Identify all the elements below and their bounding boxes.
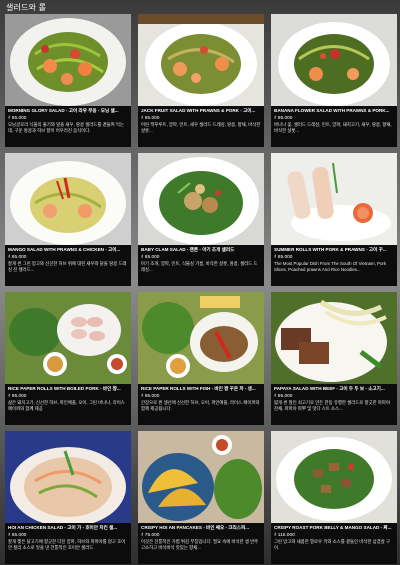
food-photo	[271, 292, 397, 384]
item-description: 삶은 돼지고기, 신선한 허브, 파인애플, 오이, 그린 바나나, 라이스 페…	[8, 400, 125, 411]
item-description: 잘게 썬 그린 망고와 신선한 허브 위에 대된 새우와 닭을 땅콩 드레싱 진…	[8, 261, 127, 272]
item-price: ₫ 85.000	[141, 255, 160, 260]
item-name: BANANA FLOWER SALAD WITH PRAWNS & PORK..…	[274, 108, 390, 113]
food-photo	[5, 153, 131, 245]
food-photo	[138, 292, 264, 384]
item-name: PAPAYA SALAD WITH BEEF - 고이 두 두 보 - 소고기.…	[274, 386, 385, 391]
item-description: 그린 망고와 새콤한 열로우 키와 소스를 곁들인 바삭한 삼겹살 구이.	[274, 539, 391, 550]
item-price: ₫ 85.000	[8, 116, 27, 121]
item-price: ₫ 85.000	[274, 255, 293, 260]
menu-item-card[interactable]: PAPAYA SALAD WITH BEEF - 고이 두 두 보 - 소고기.…	[271, 292, 397, 425]
menu-item-card[interactable]: HOI AN CHICKEN SALAD - 고이 가 - 호이안 치킨 샐..…	[5, 431, 131, 564]
menu-grid: MORNING GLORY SALAD - 고이 라우 무옹 - 모닝 샐...…	[5, 14, 397, 564]
item-price: ₫ 95.000	[274, 394, 293, 399]
item-name: SUMMER ROLLS WITH PORK & PRAWNS - 고이 꾸..…	[274, 247, 387, 252]
item-name: MANGO SALAD WITH PRAWNS & CHICKEN - 고이..…	[8, 247, 121, 252]
menu-item-card[interactable]: BABY CLAM SALAD - 팬론 - 아기 조개 샐러드 ₫ 85.00…	[138, 153, 264, 286]
item-name: MORNING GLORY SALAD - 고이 라우 무옹 - 모닝 샐...	[8, 108, 119, 113]
item-name: CRISPY ROAST PORK BELLY & MANGO SALAD - …	[274, 525, 392, 530]
item-description: 이것은 전통적인 가볍 튀김 부침입니다. 필요 속에 바삭한 생 반주 고소하…	[141, 539, 259, 550]
item-name: HOI AN CHICKEN SALAD - 고이 가 - 호이안 치킨 샐..…	[8, 525, 118, 530]
menu-item-card[interactable]: BANANA FLOWER SALAD WITH PRAWNS & PORK..…	[271, 14, 397, 147]
food-photo	[138, 153, 264, 245]
item-price: ₫ 95.000	[141, 394, 160, 399]
item-description: 바나나 꽃, 샐러드 드레싱, 민트, 양파, 돼지고기, 새우, 땅콩, 향채…	[274, 122, 392, 133]
item-description: 얇게 썬 절인 쇠고기로 만든 한동 유행한 샐러드로 향긋한 파파야 잔채, …	[274, 400, 391, 411]
food-photo	[271, 431, 397, 523]
item-name: BABY CLAM SALAD - 팬론 - 아기 조개 샐러드	[141, 247, 235, 252]
food-photo	[5, 292, 131, 384]
menu-item-card[interactable]: MORNING GLORY SALAD - 고이 라우 무옹 - 모닝 샐...…	[5, 14, 131, 147]
menu-item-card[interactable]: CRISPY ROAST PORK BELLY & MANGO SALAD - …	[271, 431, 397, 564]
item-description: 모닝글로리 식물의 줄기와 잎을 새우, 땅콩 샐러드를 곁들여 먹는데, 구운…	[8, 122, 125, 133]
food-photo	[5, 431, 131, 523]
menu-item-card[interactable]: RICE PAPER ROLLS WITH BOILED PORK - 바인 짱…	[5, 292, 131, 425]
item-name: RICE PAPER ROLLS WITH BOILED PORK - 바인 짱…	[8, 386, 121, 391]
food-photo	[271, 153, 397, 245]
item-name: CRISPY HOI AN PANCAKES - 바인 쌔오 - 크리스피...	[141, 525, 249, 530]
item-description: The Most Popular Dish From The South Of …	[274, 261, 387, 272]
menu-item-card[interactable]: JACK FRUIT SALAD WITH PRAWNS & PORK - 고이…	[138, 14, 264, 147]
item-price: ₫ 85.000	[8, 533, 27, 538]
item-description: 잘게 찢은 닭고기에 향긋한 다진 양파, 허브와 파파야를 얹고 호이안 칠리…	[8, 539, 126, 550]
menu-item-card[interactable]: MANGO SALAD WITH PRAWNS & CHICKEN - 고이..…	[5, 153, 131, 286]
food-photo	[5, 14, 131, 106]
item-price: ₫ 85.000	[8, 255, 27, 260]
menu-item-card[interactable]: SUMMER ROLLS WITH PORK & PRAWNS - 고이 꾸..…	[271, 153, 397, 286]
item-description: 어린 잭푸루트, 양파, 민트, 새우 샐러드 드레싱, 땅콩, 향채, 바삭한…	[141, 122, 261, 133]
food-photo	[271, 14, 397, 106]
item-price: ₫ 75.000	[141, 533, 160, 538]
item-name: RICE PAPER ROLLS WITH FISH - 바인 짱 꾸온 까 -…	[141, 386, 256, 391]
item-description: 간장으로 찐 생선에 신선한 허브, 오이, 파인애플, 라이스 페이퍼와 함께…	[141, 400, 260, 411]
item-description: 아기 조개, 양파, 민트, 식물성 기름, 바삭한 샬롯, 땅콩, 샐러드 드…	[141, 261, 258, 272]
item-price: ₫ 95.000	[8, 394, 27, 399]
item-price: ₫ 85.000	[141, 116, 160, 121]
menu-item-card[interactable]: RICE PAPER ROLLS WITH FISH - 바인 짱 꾸온 까 -…	[138, 292, 264, 425]
food-photo	[138, 14, 264, 106]
menu-item-card[interactable]: CRISPY HOI AN PANCAKES - 바인 쌔오 - 크리스피...…	[138, 431, 264, 564]
item-price: ₫ 115.000	[274, 533, 295, 538]
food-photo	[138, 431, 264, 523]
item-price: ₫ 85.000	[274, 116, 293, 121]
item-name: JACK FRUIT SALAD WITH PRAWNS & PORK - 고이…	[141, 108, 256, 113]
